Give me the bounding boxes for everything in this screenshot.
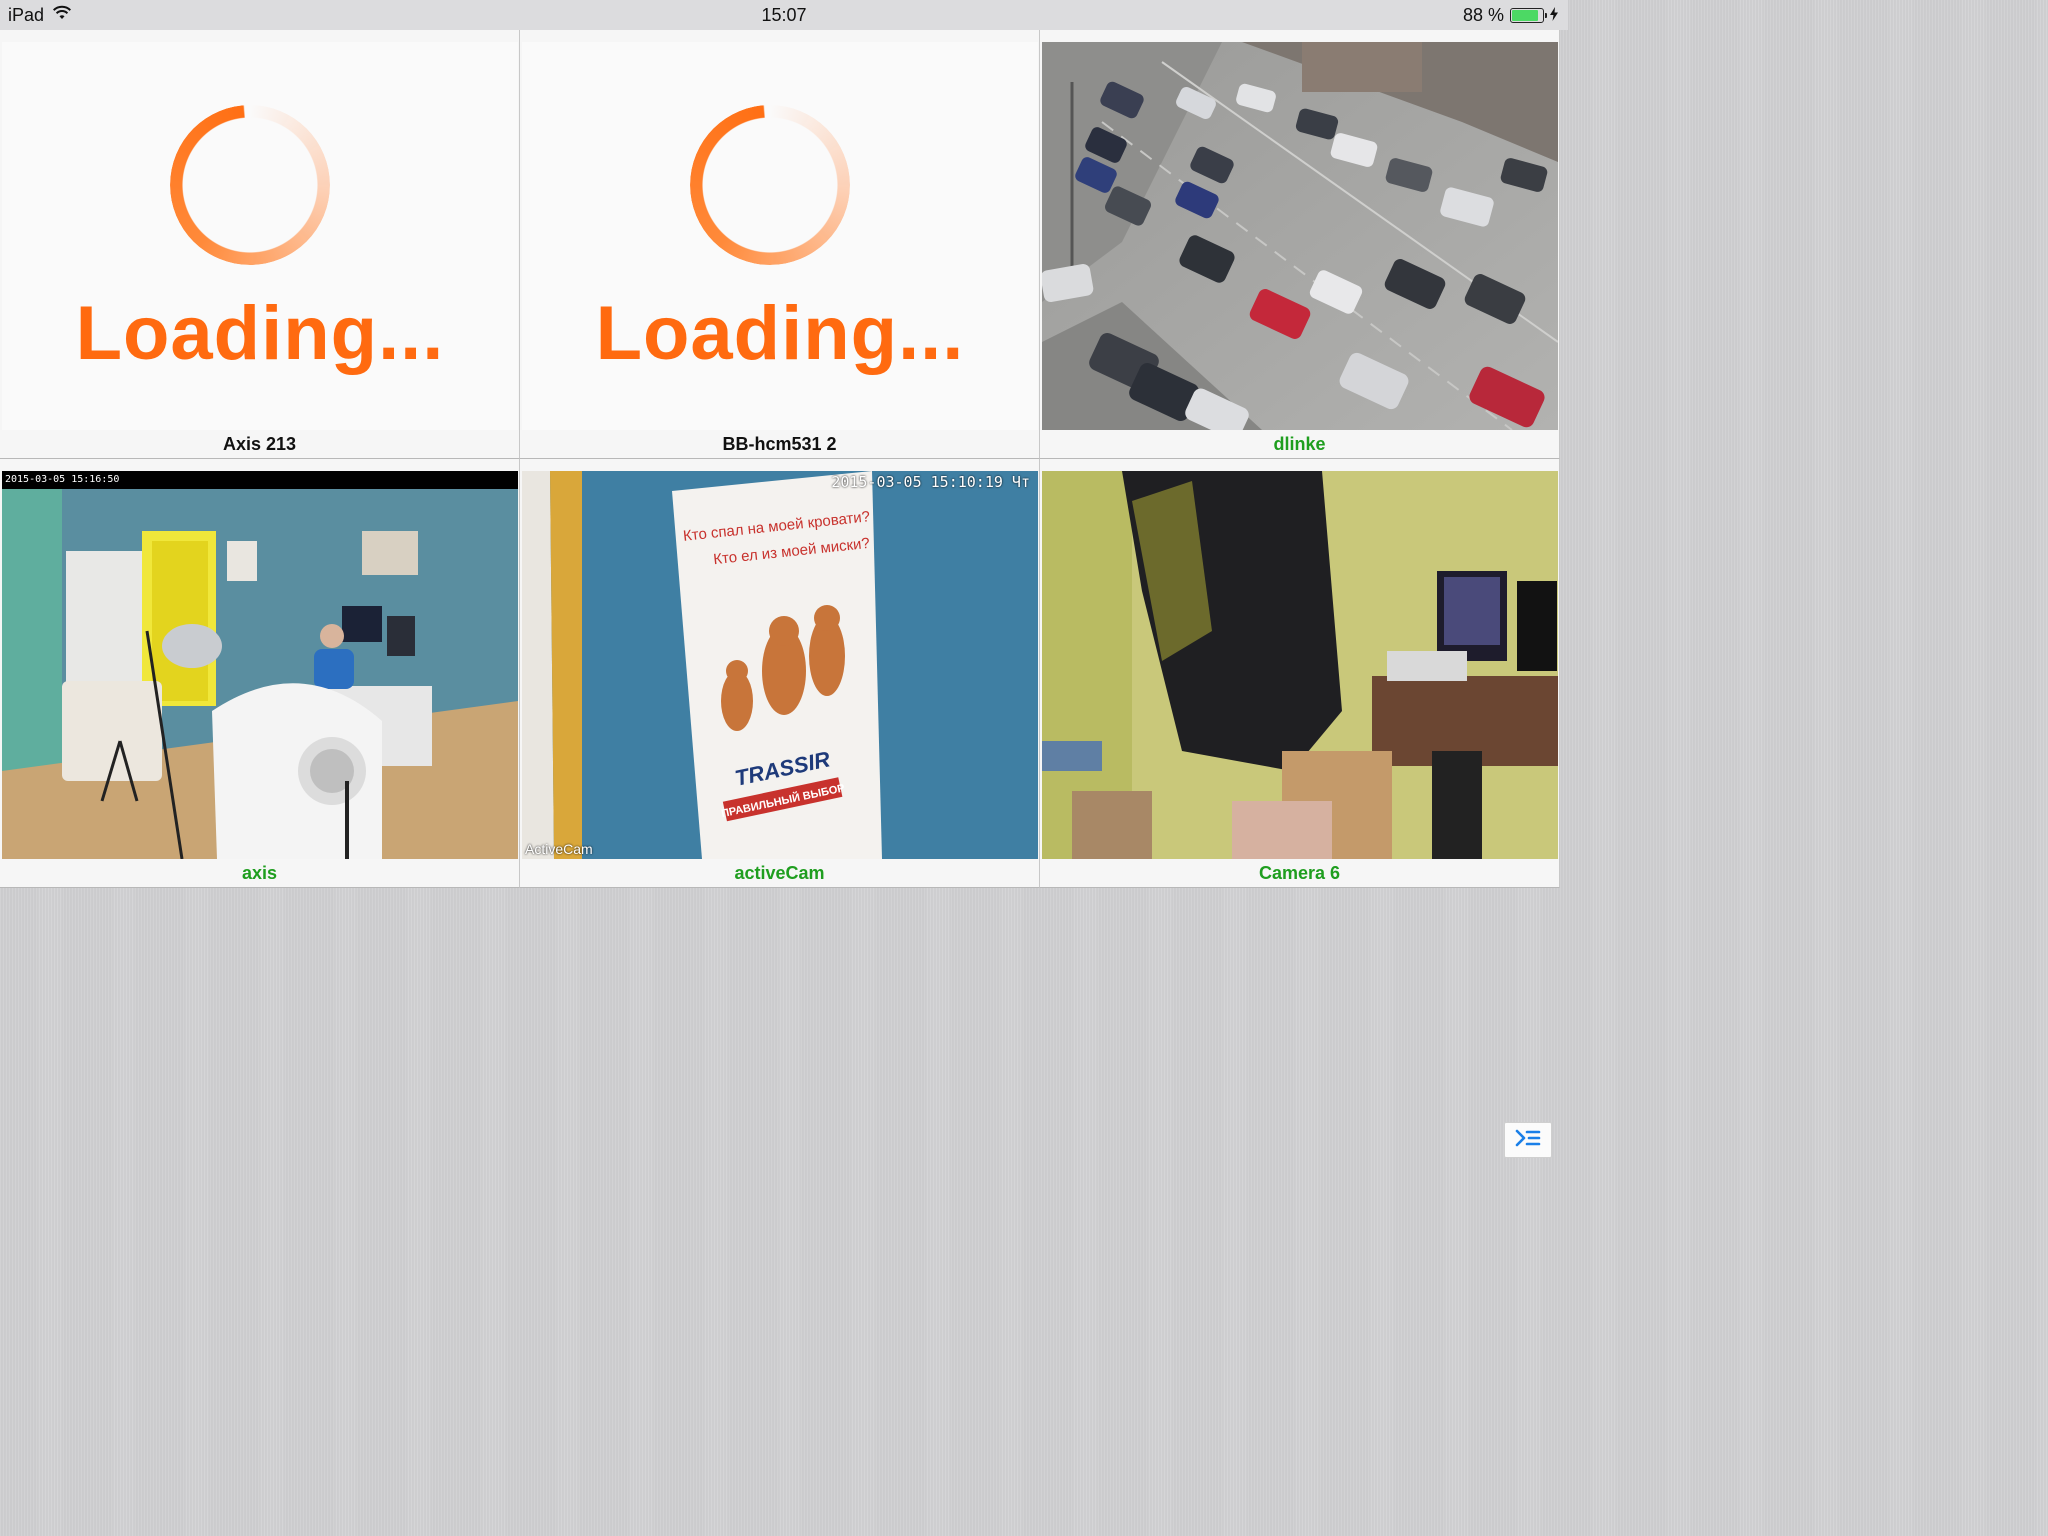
status-time: 15:07 xyxy=(761,5,807,25)
camera-label: axis xyxy=(241,863,278,883)
street-traffic-feed xyxy=(1042,42,1558,430)
storage-room-feed xyxy=(1042,471,1558,859)
loading-spinner-icon xyxy=(170,105,330,265)
camera-tile-activecam[interactable]: Кто спал на моей кровати? Кто ел из моей… xyxy=(520,459,1040,888)
camera-view[interactable] xyxy=(1042,42,1558,430)
charging-bolt-icon xyxy=(1550,5,1558,26)
menu-toggle-button[interactable] xyxy=(1504,1122,1552,1158)
osd-brand: ActiveCam xyxy=(525,841,593,857)
camera-label: Axis 213 xyxy=(222,434,297,454)
battery-percent: 88 % xyxy=(1462,5,1504,25)
camera-view[interactable] xyxy=(1042,471,1558,859)
poster-wall-feed: Кто спал на моей кровати? Кто ел из моей… xyxy=(522,471,1038,859)
loading-text: Loading... xyxy=(75,291,445,376)
camera-tile-camera-6[interactable]: Camera 6 xyxy=(1040,459,1560,888)
camera-view[interactable]: Loading... xyxy=(522,42,1038,430)
status-right: 88 % xyxy=(1463,5,1558,26)
camera-view[interactable]: 2015-03-05 15:16:50 xyxy=(2,471,518,859)
loading-spinner-icon xyxy=(690,105,850,265)
battery-icon xyxy=(1510,8,1547,23)
osd-timestamp: 2015-03-05 15:10:19 Чт xyxy=(831,473,1030,491)
camera-label: activeCam xyxy=(734,863,825,883)
camera-label: dlinke xyxy=(1273,434,1326,454)
camera-tile-axis-213[interactable]: Loading... Axis 213 xyxy=(0,30,520,459)
camera-tile-dlinke[interactable]: dlinke xyxy=(1040,30,1560,459)
menu-indent-icon xyxy=(1515,1128,1541,1153)
loading-text: Loading... xyxy=(595,291,965,376)
osd-timestamp: 2015-03-05 15:16:50 xyxy=(2,471,518,489)
camera-label: Camera 6 xyxy=(1258,863,1341,883)
status-bar: iPad 15:07 88 % xyxy=(0,0,1568,30)
battery-fill xyxy=(1512,10,1538,21)
camera-label: BB-hcm531 2 xyxy=(722,434,837,454)
camera-tile-axis[interactable]: 2015-03-05 15:16:50 axis xyxy=(0,459,520,888)
camera-view[interactable]: Кто спал на моей кровати? Кто ел из моей… xyxy=(522,471,1038,859)
office-room-feed xyxy=(2,471,518,859)
camera-view[interactable]: Loading... xyxy=(2,42,518,430)
camera-tile-bb-hcm531-2[interactable]: Loading... BB-hcm531 2 xyxy=(520,30,1040,459)
camera-grid: Loading... Axis 213 Loading... BB-hcm531… xyxy=(0,30,1562,888)
